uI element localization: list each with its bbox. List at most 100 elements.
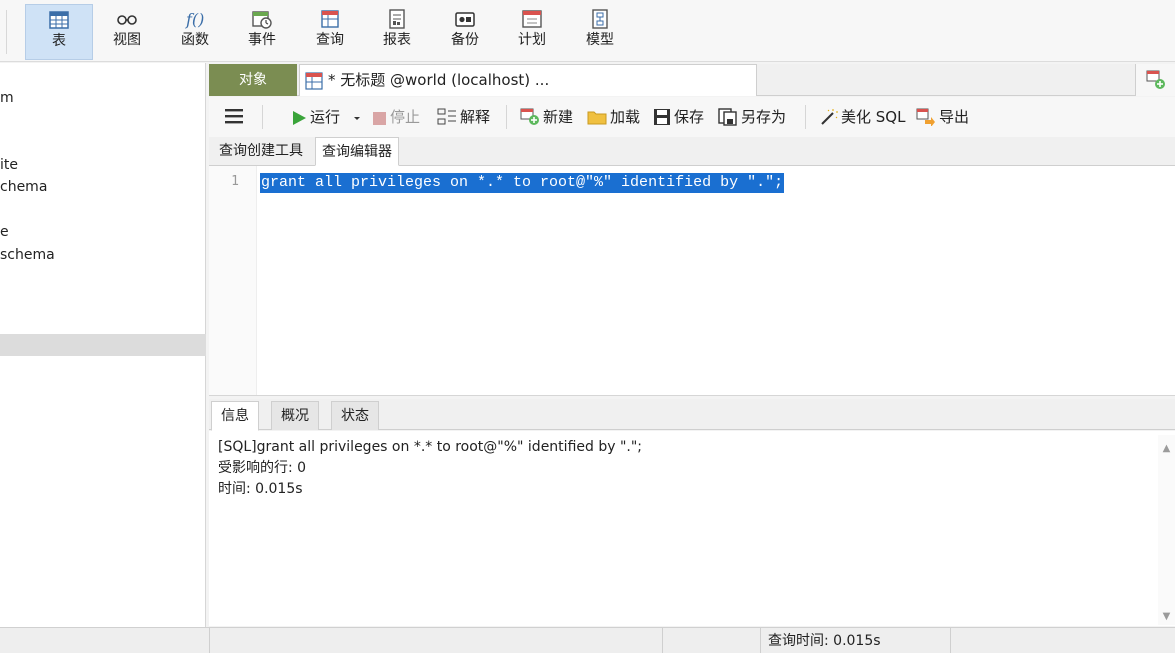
explain-icon — [437, 108, 456, 125]
tab-query-builder[interactable]: 查询创建工具 — [213, 137, 309, 166]
scroll-down-icon[interactable]: ▼ — [1161, 611, 1172, 622]
status-separator — [209, 628, 210, 653]
result-time: 时间: 0.015s — [218, 481, 303, 497]
stop-button[interactable]: 停止 — [372, 106, 420, 128]
stop-icon — [373, 112, 386, 125]
tree-item[interactable]: chema — [0, 176, 47, 198]
export-icon — [916, 108, 935, 127]
tree-item[interactable]: ite — [0, 154, 18, 176]
toolbar-function-button[interactable]: f() 函数 — [161, 4, 229, 60]
explain-label: 解释 — [460, 108, 491, 126]
toolbar-backup-label: 备份 — [451, 32, 479, 48]
tab-query-untitled[interactable]: * 无标题 @world (localhost) ... — [299, 64, 757, 96]
beautify-sql-label: 美化 SQL — [841, 108, 906, 126]
line-number-gutter: 1 — [209, 166, 257, 395]
status-query-time: 查询时间: 0.015s — [768, 633, 881, 649]
add-table-icon — [1146, 70, 1165, 89]
event-icon — [252, 11, 272, 29]
save-as-button[interactable]: 另存为 — [718, 106, 786, 128]
editor-sub-tabs: 查询创建工具 查询编辑器 — [209, 137, 1175, 166]
new-query-icon — [520, 108, 539, 125]
query-toolbar: 运行 停止 解释 新建 加载 保存 另存为 美化 SQL 导出 — [209, 97, 1175, 137]
toolbar-backup-button[interactable]: 备份 — [431, 4, 499, 60]
run-dropdown[interactable] — [353, 106, 364, 128]
save-as-label: 另存为 — [741, 108, 787, 126]
query-tab-label: * 无标题 @world (localhost) ... — [328, 71, 550, 89]
export-button[interactable]: 导出 — [916, 106, 969, 128]
connection-tree: m ite chema e schema — [0, 63, 206, 627]
main-toolbar: 表 视图 f() 函数 事件 查询 报表 备份 计划 模型 — [0, 0, 1175, 62]
status-bar: 查询时间: 0.015s — [0, 627, 1175, 653]
save-button[interactable]: 保存 — [653, 106, 704, 128]
tab-objects[interactable]: 对象 — [209, 64, 297, 96]
line-number: 1 — [231, 174, 239, 189]
toolbar-separator — [6, 10, 7, 54]
toolbar-report-label: 报表 — [383, 32, 411, 48]
toolbar-event-button[interactable]: 事件 — [228, 4, 296, 60]
toolbar-schedule-button[interactable]: 计划 — [498, 4, 566, 60]
tree-item-selected[interactable] — [0, 334, 206, 356]
tab-query-editor[interactable]: 查询编辑器 — [315, 137, 399, 166]
query-tab-icon — [305, 72, 323, 90]
toolbar-view-button[interactable]: 视图 — [93, 4, 161, 60]
backup-icon — [455, 12, 475, 27]
model-icon — [592, 9, 608, 29]
new-query-label: 新建 — [543, 108, 574, 126]
new-object-button[interactable] — [1135, 64, 1175, 96]
new-query-button[interactable]: 新建 — [520, 106, 573, 128]
function-icon: f() — [185, 10, 204, 29]
toolbar-function-label: 函数 — [181, 32, 209, 48]
result-tabs: 信息 概况 状态 — [209, 399, 1175, 431]
toolbar-model-label: 模型 — [586, 32, 614, 48]
tab-overview[interactable]: 概况 — [271, 401, 319, 430]
toolbar-separator — [262, 105, 263, 129]
menu-button[interactable] — [224, 106, 247, 128]
explain-button[interactable]: 解释 — [437, 106, 490, 128]
folder-icon — [587, 111, 607, 125]
tree-item[interactable]: m — [0, 87, 14, 109]
view-icon — [117, 15, 137, 25]
report-icon — [389, 9, 405, 29]
tab-info[interactable]: 信息 — [211, 401, 259, 431]
toolbar-separator — [805, 105, 806, 129]
sql-editor[interactable]: 1 grant all privileges on *.* to root@"%… — [209, 166, 1175, 396]
toolbar-query-button[interactable]: 查询 — [296, 4, 364, 60]
run-button[interactable]: 运行 — [291, 106, 340, 128]
toolbar-table-label: 表 — [52, 33, 66, 49]
save-as-icon — [718, 108, 737, 126]
tree-item[interactable]: e — [0, 221, 9, 243]
toolbar-query-label: 查询 — [316, 32, 344, 48]
play-icon — [293, 111, 306, 125]
chevron-down-icon — [354, 117, 360, 120]
toolbar-report-button[interactable]: 报表 — [363, 4, 431, 60]
result-scrollbar[interactable]: ▲ ▼ — [1158, 435, 1175, 625]
beautify-sql-button[interactable]: 美化 SQL — [818, 106, 905, 128]
load-button[interactable]: 加载 — [587, 106, 640, 128]
toolbar-table-button[interactable]: 表 — [25, 4, 93, 60]
tab-status[interactable]: 状态 — [331, 401, 379, 430]
schedule-icon — [522, 10, 542, 28]
save-label: 保存 — [674, 108, 705, 126]
toolbar-schedule-label: 计划 — [518, 32, 546, 48]
document-tab-strip: 对象 * 无标题 @world (localhost) ... — [209, 64, 1175, 96]
magic-wand-icon — [821, 109, 838, 125]
code-line-selected[interactable]: grant all privileges on *.* to root@"%" … — [260, 173, 785, 193]
result-message-panel: [SQL]grant all privileges on *.* to root… — [209, 431, 1175, 626]
result-affected-rows: 受影响的行: 0 — [218, 460, 307, 476]
toolbar-view-label: 视图 — [113, 32, 141, 48]
svg-text:f(): f() — [185, 10, 204, 29]
export-label: 导出 — [939, 108, 970, 126]
toolbar-model-button[interactable]: 模型 — [566, 4, 634, 60]
save-icon — [654, 109, 670, 125]
toolbar-event-label: 事件 — [248, 32, 276, 48]
tree-item[interactable]: schema — [0, 244, 55, 266]
run-label: 运行 — [310, 108, 341, 126]
status-separator — [950, 628, 951, 653]
scroll-up-icon[interactable]: ▲ — [1161, 443, 1172, 454]
toolbar-separator — [506, 105, 507, 129]
status-separator — [760, 628, 761, 653]
query-icon — [321, 10, 339, 28]
hamburger-icon — [225, 109, 243, 124]
status-separator — [662, 628, 663, 653]
table-icon — [49, 11, 69, 29]
